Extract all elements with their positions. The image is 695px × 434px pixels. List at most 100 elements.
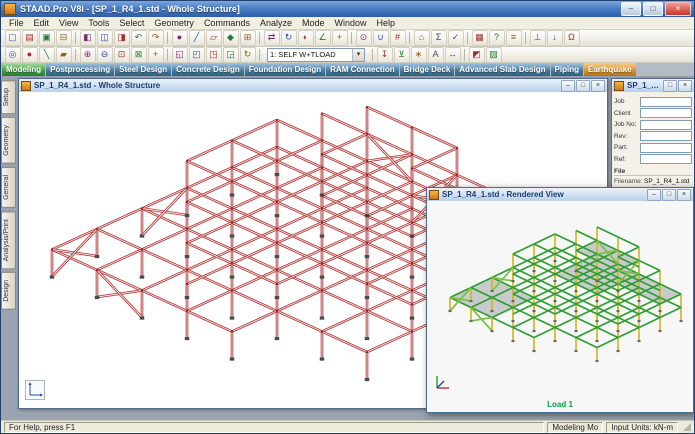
connect-beams-icon[interactable]: ∪ bbox=[373, 30, 389, 46]
beam-tool-icon[interactable]: ╱ bbox=[189, 30, 205, 46]
select-nodes-icon[interactable]: ● bbox=[22, 47, 38, 63]
active-load-combo[interactable]: 1: SELF W+TLOAD▾ bbox=[267, 48, 365, 62]
maximize-icon[interactable]: □ bbox=[663, 80, 677, 92]
support-icon[interactable]: ⊥ bbox=[530, 30, 546, 46]
rotate-view-icon[interactable]: ↻ bbox=[240, 47, 256, 63]
job-field-input[interactable] bbox=[640, 131, 692, 141]
select-plates-icon[interactable]: ▰ bbox=[56, 47, 72, 63]
mode-tab-piping[interactable]: Piping bbox=[551, 63, 583, 76]
solid-tool-icon[interactable]: ◆ bbox=[223, 30, 239, 46]
view-top-icon[interactable]: ◰ bbox=[189, 47, 205, 63]
mode-tab-ram-connection[interactable]: RAM Connection bbox=[326, 63, 398, 76]
structure-wizard-icon[interactable]: ⌂ bbox=[414, 30, 430, 46]
display-labels-icon[interactable]: A bbox=[428, 47, 444, 63]
dimension-icon[interactable]: ↔ bbox=[445, 47, 461, 63]
zoom-extents-icon[interactable]: ⊠ bbox=[131, 47, 147, 63]
menu-item-analyze[interactable]: Analyze bbox=[255, 17, 297, 30]
mirror-icon[interactable]: ◐ bbox=[298, 30, 314, 46]
whole-structure-titlebar[interactable]: SP_1_R4_1.std - Whole Structure – □ × bbox=[19, 79, 607, 93]
close-icon[interactable]: × bbox=[677, 189, 691, 201]
display-loads-icon[interactable]: ↧ bbox=[377, 47, 393, 63]
copy-icon[interactable]: ◫ bbox=[97, 30, 113, 46]
save-icon[interactable]: ▣ bbox=[39, 30, 55, 46]
redo-icon[interactable]: ↷ bbox=[148, 30, 164, 46]
close-icon[interactable]: × bbox=[678, 80, 692, 92]
mode-tab-bridge-deck[interactable]: Bridge Deck bbox=[400, 63, 455, 76]
job-field-input[interactable] bbox=[640, 97, 692, 107]
paste-icon[interactable]: ◨ bbox=[114, 30, 130, 46]
zoom-in-icon[interactable]: ⊕ bbox=[80, 47, 96, 63]
page-tab-geometry[interactable]: Geometry bbox=[1, 117, 16, 164]
renumber-icon[interactable]: # bbox=[390, 30, 406, 46]
maximize-icon[interactable]: □ bbox=[576, 80, 590, 92]
menu-item-commands[interactable]: Commands bbox=[199, 17, 255, 30]
open-file-icon[interactable]: ▤ bbox=[22, 30, 38, 46]
chevron-down-icon[interactable]: ▾ bbox=[352, 49, 364, 61]
menu-item-mode[interactable]: Mode bbox=[297, 17, 330, 30]
insert-node-icon[interactable]: ⊙ bbox=[356, 30, 372, 46]
render-view-icon[interactable]: ◩ bbox=[469, 47, 485, 63]
resize-grip[interactable] bbox=[683, 423, 691, 431]
menu-item-view[interactable]: View bbox=[54, 17, 83, 30]
rendered-canvas[interactable] bbox=[427, 201, 693, 412]
mode-tab-concrete-design[interactable]: Concrete Design bbox=[172, 63, 244, 76]
check-model-icon[interactable]: ✓ bbox=[448, 30, 464, 46]
snap-grid-icon[interactable]: ⊞ bbox=[240, 30, 256, 46]
load-arrow-icon[interactable]: ↓ bbox=[547, 30, 563, 46]
job-field-input[interactable] bbox=[640, 108, 692, 118]
menu-item-file[interactable]: File bbox=[4, 17, 29, 30]
section-property-icon[interactable]: Ω bbox=[564, 30, 580, 46]
undo-icon[interactable]: ↶ bbox=[131, 30, 147, 46]
plate-tool-icon[interactable]: ▱ bbox=[206, 30, 222, 46]
zoom-out-icon[interactable]: ⊖ bbox=[97, 47, 113, 63]
zoom-window-icon[interactable]: ⊡ bbox=[114, 47, 130, 63]
menu-item-select[interactable]: Select bbox=[114, 17, 149, 30]
menu-item-geometry[interactable]: Geometry bbox=[149, 17, 199, 30]
translational-repeat-icon[interactable]: ⇄ bbox=[264, 30, 280, 46]
page-tab-design[interactable]: Design bbox=[1, 272, 16, 310]
page-tab-general[interactable]: General bbox=[1, 167, 16, 208]
cut-icon[interactable]: ◧ bbox=[80, 30, 96, 46]
print-icon[interactable]: ⊟ bbox=[56, 30, 72, 46]
query-icon[interactable]: ? bbox=[489, 30, 505, 46]
view-side-icon[interactable]: ◳ bbox=[206, 47, 222, 63]
report-icon[interactable]: ≡ bbox=[506, 30, 522, 46]
select-beams-icon[interactable]: ╲ bbox=[39, 47, 55, 63]
job-field-input[interactable] bbox=[640, 143, 692, 153]
shaded-view-icon[interactable]: ▨ bbox=[486, 47, 502, 63]
run-analysis-icon[interactable]: Σ bbox=[431, 30, 447, 46]
mode-tab-steel-design[interactable]: Steel Design bbox=[115, 63, 171, 76]
select-cursor-icon[interactable]: ◎ bbox=[5, 47, 21, 63]
display-supports-icon[interactable]: ⊻ bbox=[394, 47, 410, 63]
pan-icon[interactable]: + bbox=[148, 47, 164, 63]
close-button[interactable]: × bbox=[665, 2, 691, 16]
rendered-view-titlebar[interactable]: SP_1_R4_1.std - Rendered View – □ × bbox=[427, 188, 693, 202]
menu-item-window[interactable]: Window bbox=[330, 17, 372, 30]
menu-item-edit[interactable]: Edit bbox=[29, 17, 55, 30]
job-field-input[interactable] bbox=[640, 120, 692, 130]
view-isometric-icon[interactable]: ◲ bbox=[223, 47, 239, 63]
maximize-icon[interactable]: □ bbox=[662, 189, 676, 201]
view-front-icon[interactable]: ◱ bbox=[172, 47, 188, 63]
menu-item-help[interactable]: Help bbox=[372, 17, 401, 30]
page-tab-setup[interactable]: Setup bbox=[1, 80, 16, 114]
menu-item-tools[interactable]: Tools bbox=[83, 17, 114, 30]
minimize-button[interactable]: – bbox=[621, 2, 641, 16]
minimize-icon[interactable]: – bbox=[647, 189, 661, 201]
circular-repeat-icon[interactable]: ↻ bbox=[281, 30, 297, 46]
tables-icon[interactable]: ▦ bbox=[472, 30, 488, 46]
new-file-icon[interactable]: ▢ bbox=[5, 30, 21, 46]
mode-tab-foundation-design[interactable]: Foundation Design bbox=[245, 63, 325, 76]
mode-tab-modeling[interactable]: Modeling bbox=[2, 63, 45, 76]
move-icon[interactable]: + bbox=[332, 30, 348, 46]
job-info-titlebar[interactable]: SP_1_R4_1.std - Job Info □ × bbox=[612, 79, 694, 93]
page-tab-analysis-print[interactable]: Analysis/Print bbox=[1, 211, 16, 269]
close-icon[interactable]: × bbox=[591, 80, 605, 92]
node-tool-icon[interactable]: ● bbox=[172, 30, 188, 46]
minimize-icon[interactable]: – bbox=[561, 80, 575, 92]
display-axes-icon[interactable]: ∗ bbox=[411, 47, 427, 63]
mode-tab-earthquake[interactable]: Earthquake bbox=[584, 63, 636, 76]
mode-tab-postprocessing[interactable]: Postprocessing bbox=[46, 63, 114, 76]
rotate-icon[interactable]: ∠ bbox=[315, 30, 331, 46]
mode-tab-advanced-slab-design[interactable]: Advanced Slab Design bbox=[455, 63, 549, 76]
